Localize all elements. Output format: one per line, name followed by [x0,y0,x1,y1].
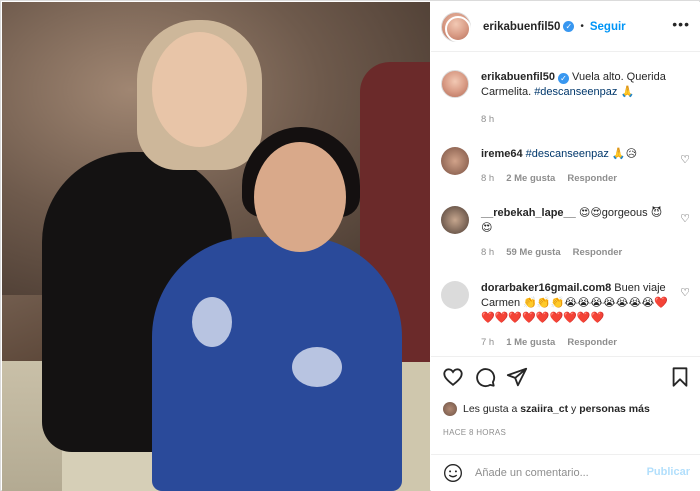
caption-hashtag[interactable]: #descanseenpaz [534,86,617,98]
caption-time[interactable]: 8 h [481,114,494,125]
comment-composer: Publicar [431,454,700,491]
comment-text: 🙏😥 [611,148,638,160]
liker-avatar[interactable] [443,402,457,416]
comment-likes[interactable]: 1 Me gusta [506,337,555,348]
comment-meta: 8 h 2 Me gusta Responder [481,171,637,186]
share-send-icon[interactable] [506,366,528,388]
comment-likes[interactable]: 59 Me gusta [506,247,560,258]
comment-username[interactable]: __rebekah_lape__ [481,207,576,219]
like-heart-icon[interactable] [442,366,464,388]
comment-meta: 8 h 59 Me gusta Responder [481,245,671,260]
reply-button[interactable]: Responder [567,173,617,184]
post-header: erikabuenfil50 ✓ • Seguir ••• [431,2,700,52]
author-avatar[interactable] [441,11,471,42]
caption-meta: 8 h [481,112,691,127]
post-side-panel: erikabuenfil50 ✓ • Seguir ••• erikabuenf… [431,2,700,491]
post-photo[interactable] [2,2,430,491]
comment-input[interactable] [475,467,635,479]
default-avatar-icon[interactable] [441,281,469,309]
comment-hashtag[interactable]: #descanseenpaz [526,148,609,160]
publish-button[interactable]: Publicar [647,466,690,478]
others-likes-link[interactable]: personas más [579,403,650,415]
reply-button[interactable]: Responder [567,337,617,348]
emoji-smiley-icon[interactable] [443,463,463,483]
author-username[interactable]: erikabuenfil50 [483,21,560,33]
post-dialog: erikabuenfil50 ✓ • Seguir ••• erikabuenf… [0,0,700,491]
save-bookmark-icon[interactable] [669,366,691,388]
header-separator: • [580,21,584,32]
like-comment-heart-icon[interactable]: ♡ [680,286,690,299]
caption-avatar[interactable] [441,70,469,98]
caption-emoji: 🙏 [620,86,635,98]
comment-time[interactable]: 8 h [481,247,494,258]
comment-time[interactable]: 8 h [481,173,494,184]
comment-row: ireme64 #descanseenpaz 🙏😥 8 h 2 Me gusta R… [441,147,691,186]
comment-bubble-icon[interactable] [474,366,496,388]
post-timestamp[interactable]: HACE 8 HORAS [443,428,506,437]
verified-badge-icon: ✓ [563,21,575,32]
follow-button[interactable]: Seguir [590,21,626,33]
comment-username[interactable]: ireme64 [481,148,523,160]
post-actions-bar [431,356,700,398]
liker-username[interactable]: szaiira_ct [520,403,568,415]
comments-list[interactable]: erikabuenfil50 ✓ Vuela alto. Querida Carm… [431,53,700,356]
comment-likes[interactable]: 2 Me gusta [506,173,555,184]
like-comment-heart-icon[interactable]: ♡ [680,212,690,225]
comment-time[interactable]: 7 h [481,337,494,348]
verified-badge-icon: ✓ [557,73,569,84]
likes-summary: Les gusta a szaiira_ct y personas más [443,402,650,416]
comment-avatar[interactable] [441,147,469,175]
caption-row: erikabuenfil50 ✓ Vuela alto. Querida Carm… [441,70,691,127]
comment-row: __rebekah_lape__ 😍😍gorgeous 😈😍 8 h 59 Me … [441,206,691,260]
comment-row: dorarbaker16gmail.com8 Buen viaje Carmen… [441,281,691,350]
comment-username[interactable]: dorarbaker16gmail.com8 [481,282,611,294]
caption-username[interactable]: erikabuenfil50 [481,71,555,83]
like-comment-heart-icon[interactable]: ♡ [680,153,690,166]
comment-avatar[interactable] [441,206,469,234]
comment-meta: 7 h 1 Me gusta Responder [481,335,671,350]
reply-button[interactable]: Responder [573,247,623,258]
more-options-icon[interactable]: ••• [672,16,690,32]
